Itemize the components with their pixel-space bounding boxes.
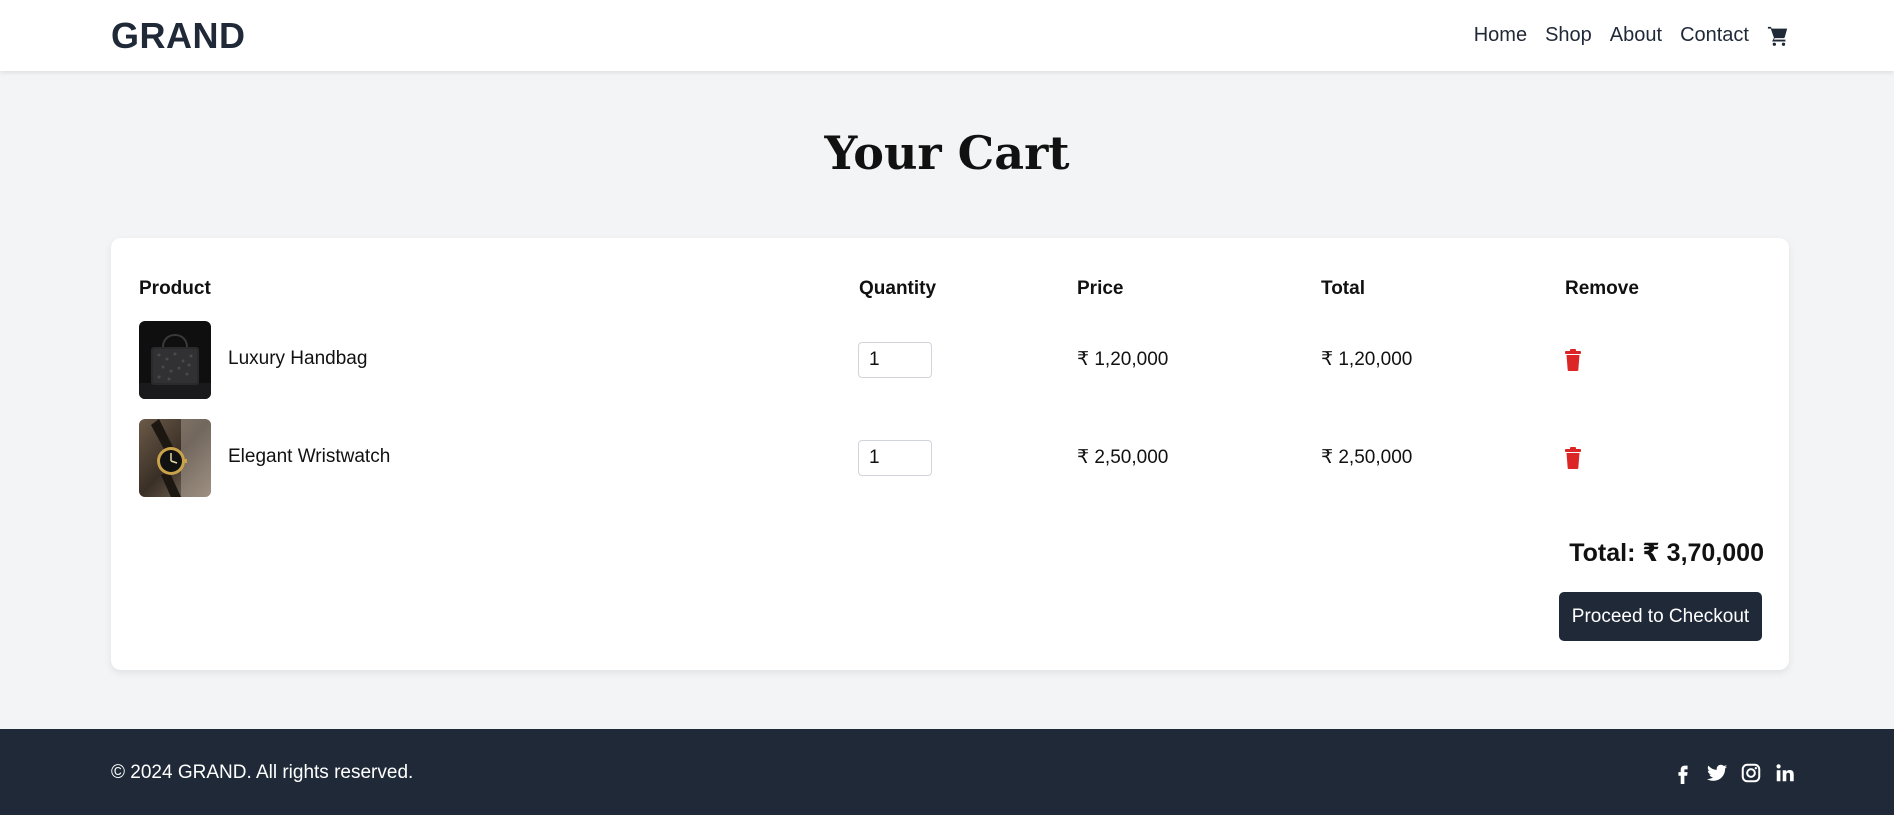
item-total: ₹ 1,20,000: [1321, 349, 1413, 370]
header-price: Price: [1077, 278, 1124, 299]
instagram-icon[interactable]: [1740, 762, 1762, 784]
header-quantity: Quantity: [859, 278, 937, 299]
shopping-cart-icon[interactable]: [1767, 25, 1789, 47]
trash-icon[interactable]: [1564, 349, 1582, 371]
social-links: [1672, 762, 1796, 784]
header-total: Total: [1321, 278, 1365, 299]
product-image-wristwatch: [139, 419, 211, 497]
trash-icon[interactable]: [1564, 447, 1582, 469]
nav-about[interactable]: About: [1610, 24, 1662, 47]
item-price: ₹ 2,50,000: [1077, 447, 1169, 468]
main-nav: Home Shop About Contact: [1474, 24, 1789, 47]
quantity-input[interactable]: [858, 440, 932, 476]
brand-logo[interactable]: GRAND: [111, 15, 246, 57]
linkedin-icon[interactable]: [1774, 762, 1796, 784]
cart-grand-total: Total: ₹ 3,70,000: [1569, 539, 1764, 567]
product-name[interactable]: Elegant Wristwatch: [228, 446, 390, 468]
footer-copyright: © 2024 GRAND. All rights reserved.: [111, 762, 414, 783]
page-title: Your Cart: [824, 126, 1070, 180]
checkout-button[interactable]: Proceed to Checkout: [1559, 592, 1762, 641]
header-inner: GRAND Home Shop About Contact: [111, 15, 1789, 57]
nav-shop[interactable]: Shop: [1545, 24, 1592, 47]
product-name[interactable]: Luxury Handbag: [228, 348, 367, 370]
quantity-input[interactable]: [858, 342, 932, 378]
item-total: ₹ 2,50,000: [1321, 447, 1413, 468]
item-price: ₹ 1,20,000: [1077, 349, 1169, 370]
header-remove: Remove: [1565, 278, 1639, 299]
header-product: Product: [139, 278, 211, 299]
facebook-icon[interactable]: [1672, 762, 1694, 784]
product-image-handbag: [139, 321, 211, 399]
nav-contact[interactable]: Contact: [1680, 24, 1749, 47]
site-header: GRAND Home Shop About Contact: [0, 0, 1894, 71]
nav-home[interactable]: Home: [1474, 24, 1527, 47]
twitter-icon[interactable]: [1706, 762, 1728, 784]
